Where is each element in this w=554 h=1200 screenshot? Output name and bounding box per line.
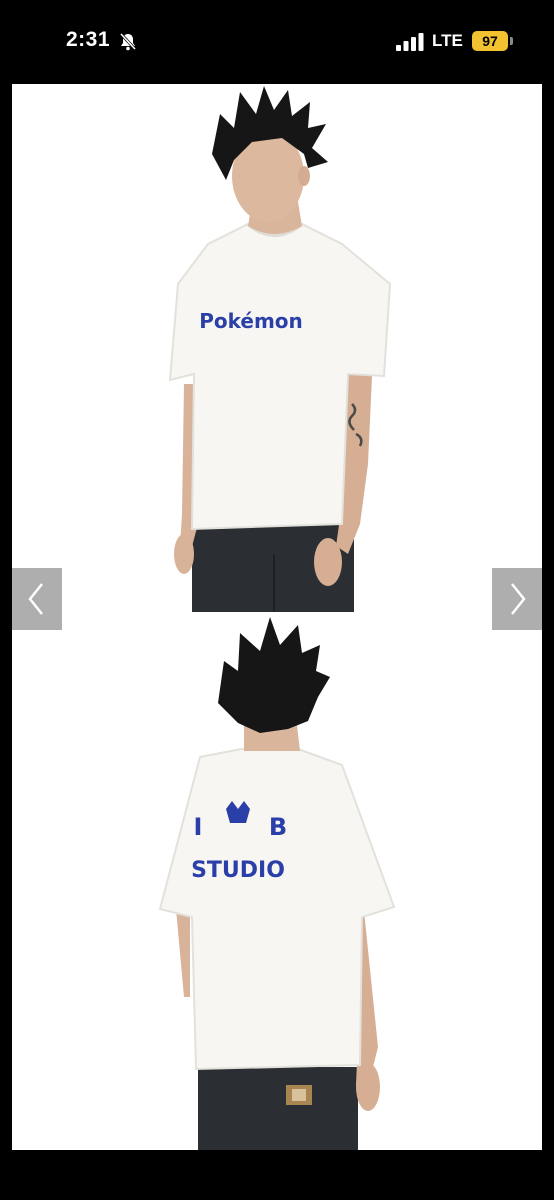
shirt-front-logo: Pokémon [199, 309, 303, 333]
previous-image-button[interactable] [12, 568, 62, 630]
battery-level: 97 [482, 33, 498, 49]
shirt-back-studio: STUDIO [191, 858, 285, 883]
shirt-back-letter-b: B [269, 813, 287, 841]
status-time: 2:31 [66, 28, 111, 51]
chevron-right-icon [511, 583, 526, 615]
next-image-button[interactable] [492, 568, 542, 630]
product-photo-back[interactable]: I B STUDIO [12, 617, 542, 1150]
product-photo-front[interactable]: Pokémon [12, 84, 542, 617]
bell-muted-icon [119, 32, 137, 51]
chevron-left-icon [28, 583, 43, 615]
shirt-back-letter-i: I [194, 813, 203, 841]
network-type: LTE [432, 31, 463, 50]
battery-icon: 97 [472, 31, 508, 51]
product-gallery: Pokémon I B STUDIO [12, 84, 542, 1150]
battery-tip [510, 37, 513, 45]
status-bar: 2:31 LTE 97 [0, 0, 554, 84]
cellular-signal-icon [396, 33, 424, 51]
